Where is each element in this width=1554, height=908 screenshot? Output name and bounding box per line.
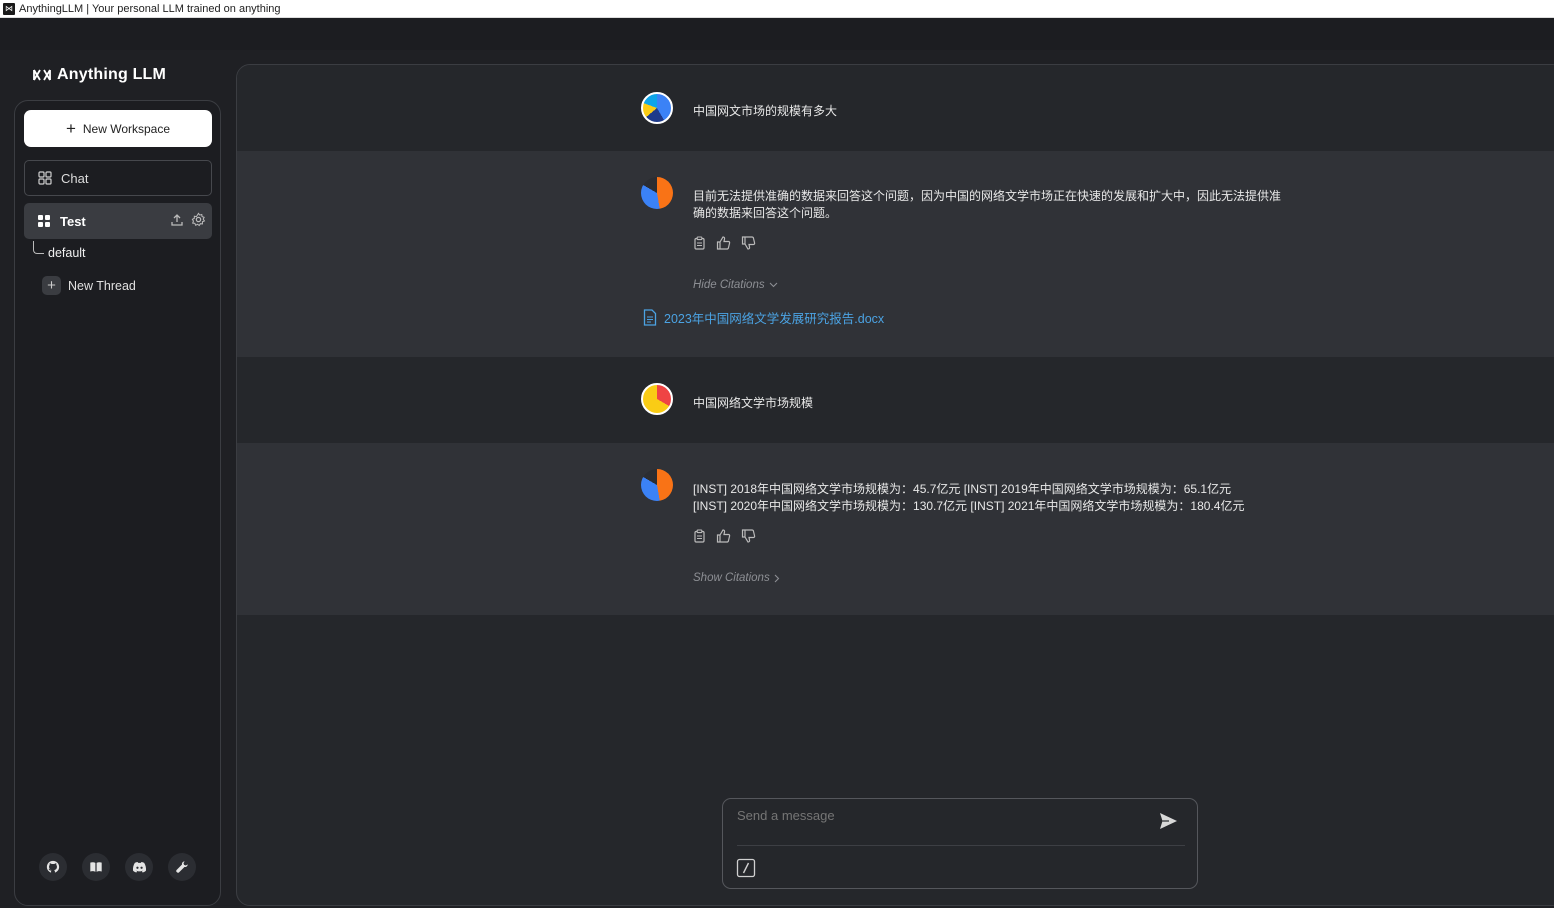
upload-icon[interactable]	[170, 213, 184, 230]
github-icon[interactable]	[39, 853, 67, 881]
window-titlebar: ⋈ AnythingLLM | Your personal LLM traine…	[0, 0, 1554, 18]
chevron-right-icon	[774, 574, 779, 582]
message-text: [INST] 2018年中国网络文学市场规模为：45.7亿元 [INST] 20…	[693, 482, 1245, 513]
citations-toggle-label: Show Citations	[693, 572, 770, 584]
show-citations-toggle[interactable]: Show Citations	[693, 572, 780, 584]
gear-icon[interactable]	[191, 212, 206, 230]
message-text: 中国网络文学市场规模	[693, 396, 814, 410]
app-logo: Anything LLM	[32, 66, 166, 84]
user-avatar	[641, 383, 673, 415]
message-text: 中国网文市场的规模有多大	[693, 104, 838, 118]
plus-icon: +	[65, 119, 76, 138]
chat-message-assistant: 目前无法提供准确的数据来回答这个问题，因为中国的网络文学市场正在快速的发展和扩大…	[237, 151, 1554, 357]
top-band	[0, 18, 1554, 50]
new-thread-button[interactable]: + New Thread	[42, 276, 136, 295]
chat-message-assistant: [INST] 2018年中国网络文学市场规模为：45.7亿元 [INST] 20…	[237, 443, 1554, 615]
new-workspace-button[interactable]: + New Workspace	[24, 110, 212, 147]
thread-item-default[interactable]: default	[48, 246, 86, 260]
plus-icon: +	[42, 276, 61, 295]
chat-message-user: 中国网络文学市场规模	[237, 357, 1554, 443]
composer-divider	[737, 845, 1185, 846]
discord-icon[interactable]	[125, 853, 153, 881]
sidebar-item-workspace-test[interactable]: Test	[24, 203, 212, 239]
citation-link[interactable]: 2023年中国网络文学发展研究报告.docx	[643, 308, 884, 327]
slash-command-icon[interactable]	[736, 858, 756, 883]
app-window: Anything LLM + New Workspace Chat Test d…	[0, 18, 1554, 908]
window-title: AnythingLLM | Your personal LLM trained …	[19, 2, 281, 15]
message-composer	[722, 798, 1198, 889]
new-thread-label: New Thread	[68, 278, 136, 293]
wrench-icon[interactable]	[168, 853, 196, 881]
message-input[interactable]	[737, 808, 1137, 823]
docs-book-icon[interactable]	[82, 853, 110, 881]
workspace-actions	[170, 212, 212, 230]
thread-tree-connector	[33, 241, 44, 254]
logo-text: Anything LLM	[57, 66, 167, 83]
message-actions	[693, 529, 756, 543]
workspace-name: Test	[60, 213, 86, 229]
grid-filled-icon	[38, 215, 50, 227]
copy-icon[interactable]	[693, 529, 706, 543]
chat-message-user: 中国网文市场的规模有多大	[237, 65, 1554, 151]
assistant-avatar	[641, 469, 673, 501]
new-workspace-label: New Workspace	[82, 121, 171, 136]
user-avatar	[641, 92, 673, 124]
message-actions	[693, 236, 756, 250]
copy-icon[interactable]	[693, 236, 706, 250]
grid-outline-icon	[38, 171, 52, 185]
message-text: 目前无法提供准确的数据来回答这个问题，因为中国的网络文学市场正在快速的发展和扩大…	[693, 189, 1282, 220]
sidebar: + New Workspace Chat Test default + New …	[14, 100, 221, 906]
send-icon[interactable]	[1158, 811, 1178, 836]
citations-toggle-label: Hide Citations	[693, 279, 765, 291]
assistant-avatar	[641, 177, 673, 209]
anythingllm-logo-icon	[33, 69, 51, 81]
thumbs-up-icon[interactable]	[716, 529, 731, 543]
chat-panel: 中国网文市场的规模有多大 目前无法提供准确的数据来回答这个问题，因为中国的网络文…	[236, 64, 1554, 906]
sidebar-item-chat-label: Chat	[61, 170, 89, 186]
sidebar-item-chat[interactable]: Chat	[24, 160, 212, 196]
citation-filename: 2023年中国网络文学发展研究报告.docx	[664, 312, 885, 326]
thumbs-down-icon[interactable]	[741, 529, 756, 543]
hide-citations-toggle[interactable]: Hide Citations	[693, 279, 778, 291]
sidebar-footer	[39, 853, 196, 881]
document-icon	[643, 309, 657, 326]
chevron-down-icon	[769, 282, 777, 288]
thumbs-down-icon[interactable]	[741, 236, 756, 250]
app-logo-icon: ⋈	[3, 2, 15, 15]
thumbs-up-icon[interactable]	[716, 236, 731, 250]
